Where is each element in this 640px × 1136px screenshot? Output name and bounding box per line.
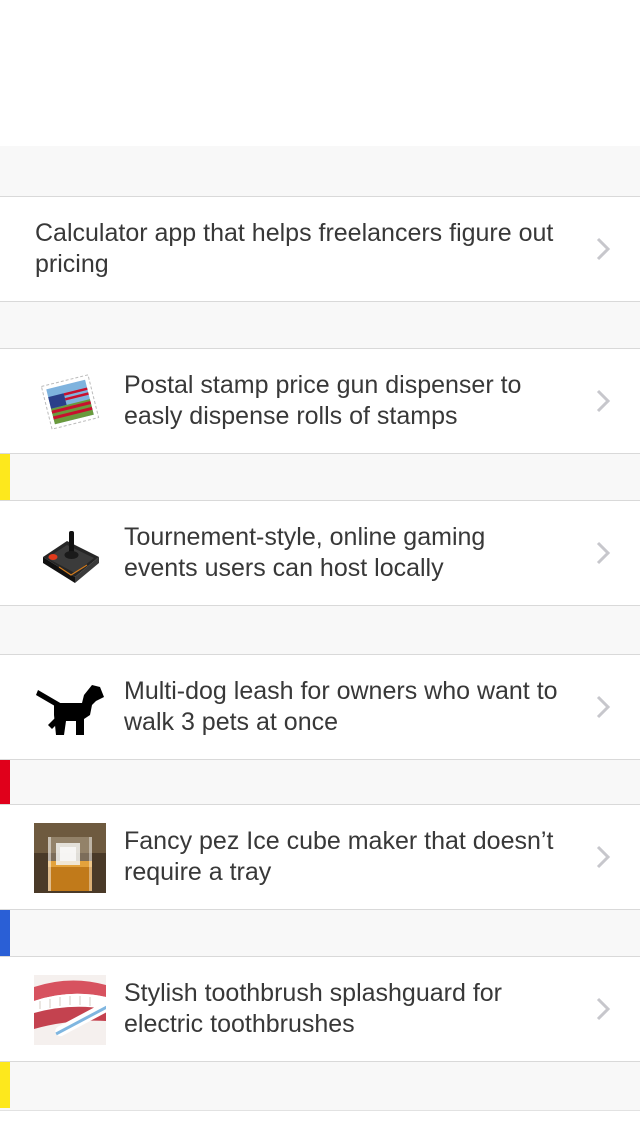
bottom-divider bbox=[0, 1110, 640, 1111]
idea-row-multi-dog-leash[interactable]: Multi-dog leash for owners who want to w… bbox=[0, 654, 640, 760]
idea-title: Fancy pez Ice cube maker that doesn’t re… bbox=[124, 827, 554, 886]
idea-row-calculator[interactable]: Calculator app that helps freelancers fi… bbox=[0, 196, 640, 302]
idea-row-toothbrush-splashguard[interactable]: Stylish toothbrush splashguard for elect… bbox=[0, 956, 640, 1062]
chevron-right-icon bbox=[596, 389, 611, 413]
joystick-icon bbox=[34, 519, 106, 589]
top-header-area bbox=[0, 0, 640, 146]
ice-cube-glass-photo bbox=[34, 823, 106, 893]
dog-walking-icon bbox=[34, 673, 106, 743]
idea-title: Multi-dog leash for owners who want to w… bbox=[124, 677, 558, 736]
idea-row-stamp-dispenser[interactable]: Postal stamp price gun dispenser to easl… bbox=[0, 348, 640, 454]
idea-title: Postal stamp price gun dispenser to easl… bbox=[124, 371, 522, 430]
postage-stamp-icon bbox=[34, 367, 106, 437]
chevron-right-icon bbox=[596, 541, 611, 565]
chevron-right-icon bbox=[596, 237, 611, 261]
idea-row-ice-cube-maker[interactable]: Fancy pez Ice cube maker that doesn’t re… bbox=[0, 804, 640, 910]
idea-title: Stylish toothbrush splashguard for elect… bbox=[124, 979, 502, 1038]
toothbrush-photo bbox=[34, 975, 106, 1045]
idea-title: Tournement-style, online gaming events u… bbox=[124, 523, 486, 582]
chevron-right-icon bbox=[596, 845, 611, 869]
idea-title: Calculator app that helps freelancers fi… bbox=[35, 219, 554, 278]
idea-row-gaming-events[interactable]: Tournement-style, online gaming events u… bbox=[0, 500, 640, 606]
chevron-right-icon bbox=[596, 997, 611, 1021]
chevron-right-icon bbox=[596, 695, 611, 719]
